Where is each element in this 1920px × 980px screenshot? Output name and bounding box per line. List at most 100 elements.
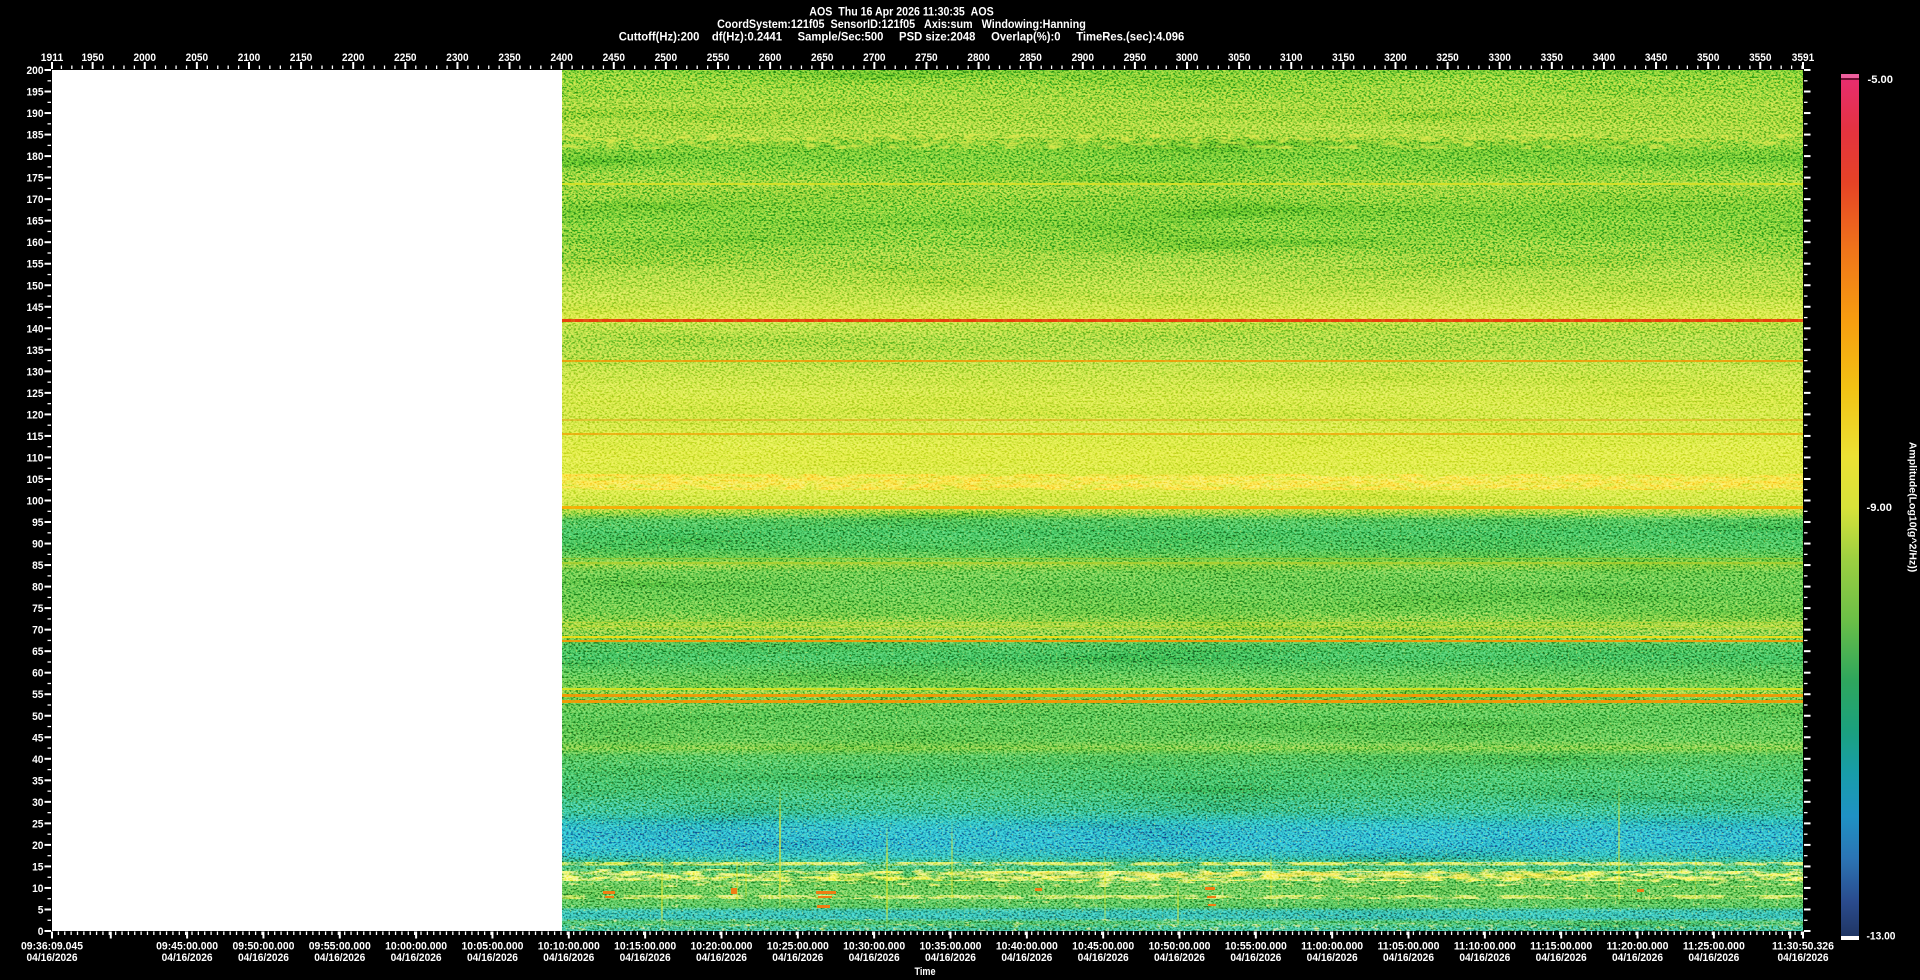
svg-text:150: 150 — [27, 280, 44, 292]
svg-text:09:45:00.000: 09:45:00.000 — [156, 941, 218, 953]
svg-text:100: 100 — [27, 496, 44, 508]
svg-text:Time: Time — [915, 966, 936, 978]
svg-text:04/16/2026: 04/16/2026 — [1383, 952, 1434, 964]
svg-text:15: 15 — [32, 861, 43, 873]
svg-text:04/16/2026: 04/16/2026 — [772, 952, 823, 964]
svg-text:10:40:00.000: 10:40:00.000 — [996, 941, 1058, 953]
svg-text:170: 170 — [27, 194, 44, 206]
svg-text:04/16/2026: 04/16/2026 — [1078, 952, 1129, 964]
svg-text:95: 95 — [32, 517, 43, 529]
svg-text:2100: 2100 — [238, 52, 260, 64]
svg-text:-9.00: -9.00 — [1867, 502, 1893, 514]
svg-text:2800: 2800 — [967, 52, 989, 64]
svg-text:04/16/2026: 04/16/2026 — [467, 952, 518, 964]
svg-text:04/16/2026: 04/16/2026 — [1307, 952, 1358, 964]
svg-text:3000: 3000 — [1176, 52, 1198, 64]
svg-text:11:00:00.000: 11:00:00.000 — [1301, 941, 1363, 953]
svg-text:3591: 3591 — [1792, 52, 1814, 64]
svg-text:90: 90 — [32, 539, 43, 551]
svg-text:40: 40 — [32, 754, 43, 766]
svg-text:04/16/2026: 04/16/2026 — [27, 952, 78, 964]
svg-text:11:25:00.000: 11:25:00.000 — [1683, 941, 1745, 953]
svg-text:2650: 2650 — [811, 52, 833, 64]
svg-text:145: 145 — [27, 302, 44, 314]
svg-text:04/16/2026: 04/16/2026 — [620, 952, 671, 964]
svg-text:2600: 2600 — [759, 52, 781, 64]
svg-text:10:35:00.000: 10:35:00.000 — [919, 941, 981, 953]
svg-text:190: 190 — [27, 108, 44, 120]
svg-text:50: 50 — [32, 711, 43, 723]
svg-text:85: 85 — [32, 560, 43, 572]
svg-text:10:20:00.000: 10:20:00.000 — [690, 941, 752, 953]
svg-text:60: 60 — [32, 668, 43, 680]
svg-text:04/16/2026: 04/16/2026 — [1459, 952, 1510, 964]
svg-text:2200: 2200 — [342, 52, 364, 64]
svg-text:1950: 1950 — [81, 52, 103, 64]
svg-text:185: 185 — [27, 130, 44, 142]
svg-text:-13.00: -13.00 — [1867, 931, 1896, 943]
svg-text:30: 30 — [32, 797, 43, 809]
svg-text:11:30:50.326: 11:30:50.326 — [1772, 941, 1834, 953]
svg-text:3500: 3500 — [1697, 52, 1719, 64]
svg-text:2950: 2950 — [1124, 52, 1146, 64]
svg-text:3550: 3550 — [1749, 52, 1771, 64]
svg-text:10:30:00.000: 10:30:00.000 — [843, 941, 905, 953]
svg-text:2550: 2550 — [707, 52, 729, 64]
svg-text:110: 110 — [27, 452, 44, 464]
svg-text:04/16/2026: 04/16/2026 — [1154, 952, 1205, 964]
svg-text:AOS Thu 16 Apr 2026 11:30:35: AOS Thu 16 Apr 2026 11:30:35 AOS — [809, 7, 994, 19]
svg-text:09:50:00.000: 09:50:00.000 — [232, 941, 294, 953]
svg-text:3400: 3400 — [1593, 52, 1615, 64]
svg-text:0: 0 — [38, 926, 44, 938]
svg-text:45: 45 — [32, 732, 43, 744]
svg-text:Amplitude(Log10(g^2/Hz)): Amplitude(Log10(g^2/Hz)) — [1907, 442, 1919, 572]
svg-text:180: 180 — [27, 151, 44, 163]
svg-text:3450: 3450 — [1645, 52, 1667, 64]
svg-text:10:00:00.000: 10:00:00.000 — [385, 941, 447, 953]
svg-text:2350: 2350 — [498, 52, 520, 64]
svg-text:04/16/2026: 04/16/2026 — [238, 952, 289, 964]
svg-text:2750: 2750 — [915, 52, 937, 64]
svg-text:3100: 3100 — [1280, 52, 1302, 64]
svg-text:2150: 2150 — [290, 52, 312, 64]
svg-text:135: 135 — [27, 345, 44, 357]
svg-text:10: 10 — [32, 883, 43, 895]
svg-text:5: 5 — [38, 904, 44, 916]
svg-text:195: 195 — [27, 87, 44, 99]
svg-text:04/16/2026: 04/16/2026 — [1230, 952, 1281, 964]
svg-text:-5.00: -5.00 — [1868, 74, 1894, 86]
svg-text:2450: 2450 — [603, 52, 625, 64]
svg-text:2000: 2000 — [134, 52, 156, 64]
svg-text:25: 25 — [32, 818, 43, 830]
svg-text:04/16/2026: 04/16/2026 — [1536, 952, 1587, 964]
svg-text:65: 65 — [32, 646, 43, 658]
svg-text:165: 165 — [27, 216, 44, 228]
svg-text:125: 125 — [27, 388, 44, 400]
svg-text:105: 105 — [27, 474, 44, 486]
svg-text:10:50:00.000: 10:50:00.000 — [1148, 941, 1210, 953]
svg-text:140: 140 — [27, 323, 44, 335]
svg-text:11:15:00.000: 11:15:00.000 — [1530, 941, 1592, 953]
svg-text:2500: 2500 — [655, 52, 677, 64]
svg-text:130: 130 — [27, 366, 44, 378]
svg-text:10:10:00.000: 10:10:00.000 — [538, 941, 600, 953]
svg-text:04/16/2026: 04/16/2026 — [314, 952, 365, 964]
svg-text:04/16/2026: 04/16/2026 — [1688, 952, 1739, 964]
svg-text:3200: 3200 — [1384, 52, 1406, 64]
svg-text:2250: 2250 — [394, 52, 416, 64]
svg-text:09:36:09.045: 09:36:09.045 — [21, 941, 83, 953]
svg-text:10:05:00.000: 10:05:00.000 — [461, 941, 523, 953]
svg-text:10:55:00.000: 10:55:00.000 — [1225, 941, 1287, 953]
svg-text:120: 120 — [27, 409, 44, 421]
svg-text:3250: 3250 — [1436, 52, 1458, 64]
svg-text:04/16/2026: 04/16/2026 — [1778, 952, 1829, 964]
svg-text:11:10:00.000: 11:10:00.000 — [1454, 941, 1516, 953]
svg-text:10:15:00.000: 10:15:00.000 — [614, 941, 676, 953]
svg-text:04/16/2026: 04/16/2026 — [1612, 952, 1663, 964]
svg-text:10:25:00.000: 10:25:00.000 — [767, 941, 829, 953]
svg-text:CoordSystem:121f05 SensorID:1: CoordSystem:121f05 SensorID:121f05 Axis:… — [717, 19, 1086, 31]
svg-text:70: 70 — [32, 625, 43, 637]
svg-text:200: 200 — [27, 65, 44, 77]
svg-text:09:55:00.000: 09:55:00.000 — [309, 941, 371, 953]
svg-text:155: 155 — [27, 259, 44, 271]
